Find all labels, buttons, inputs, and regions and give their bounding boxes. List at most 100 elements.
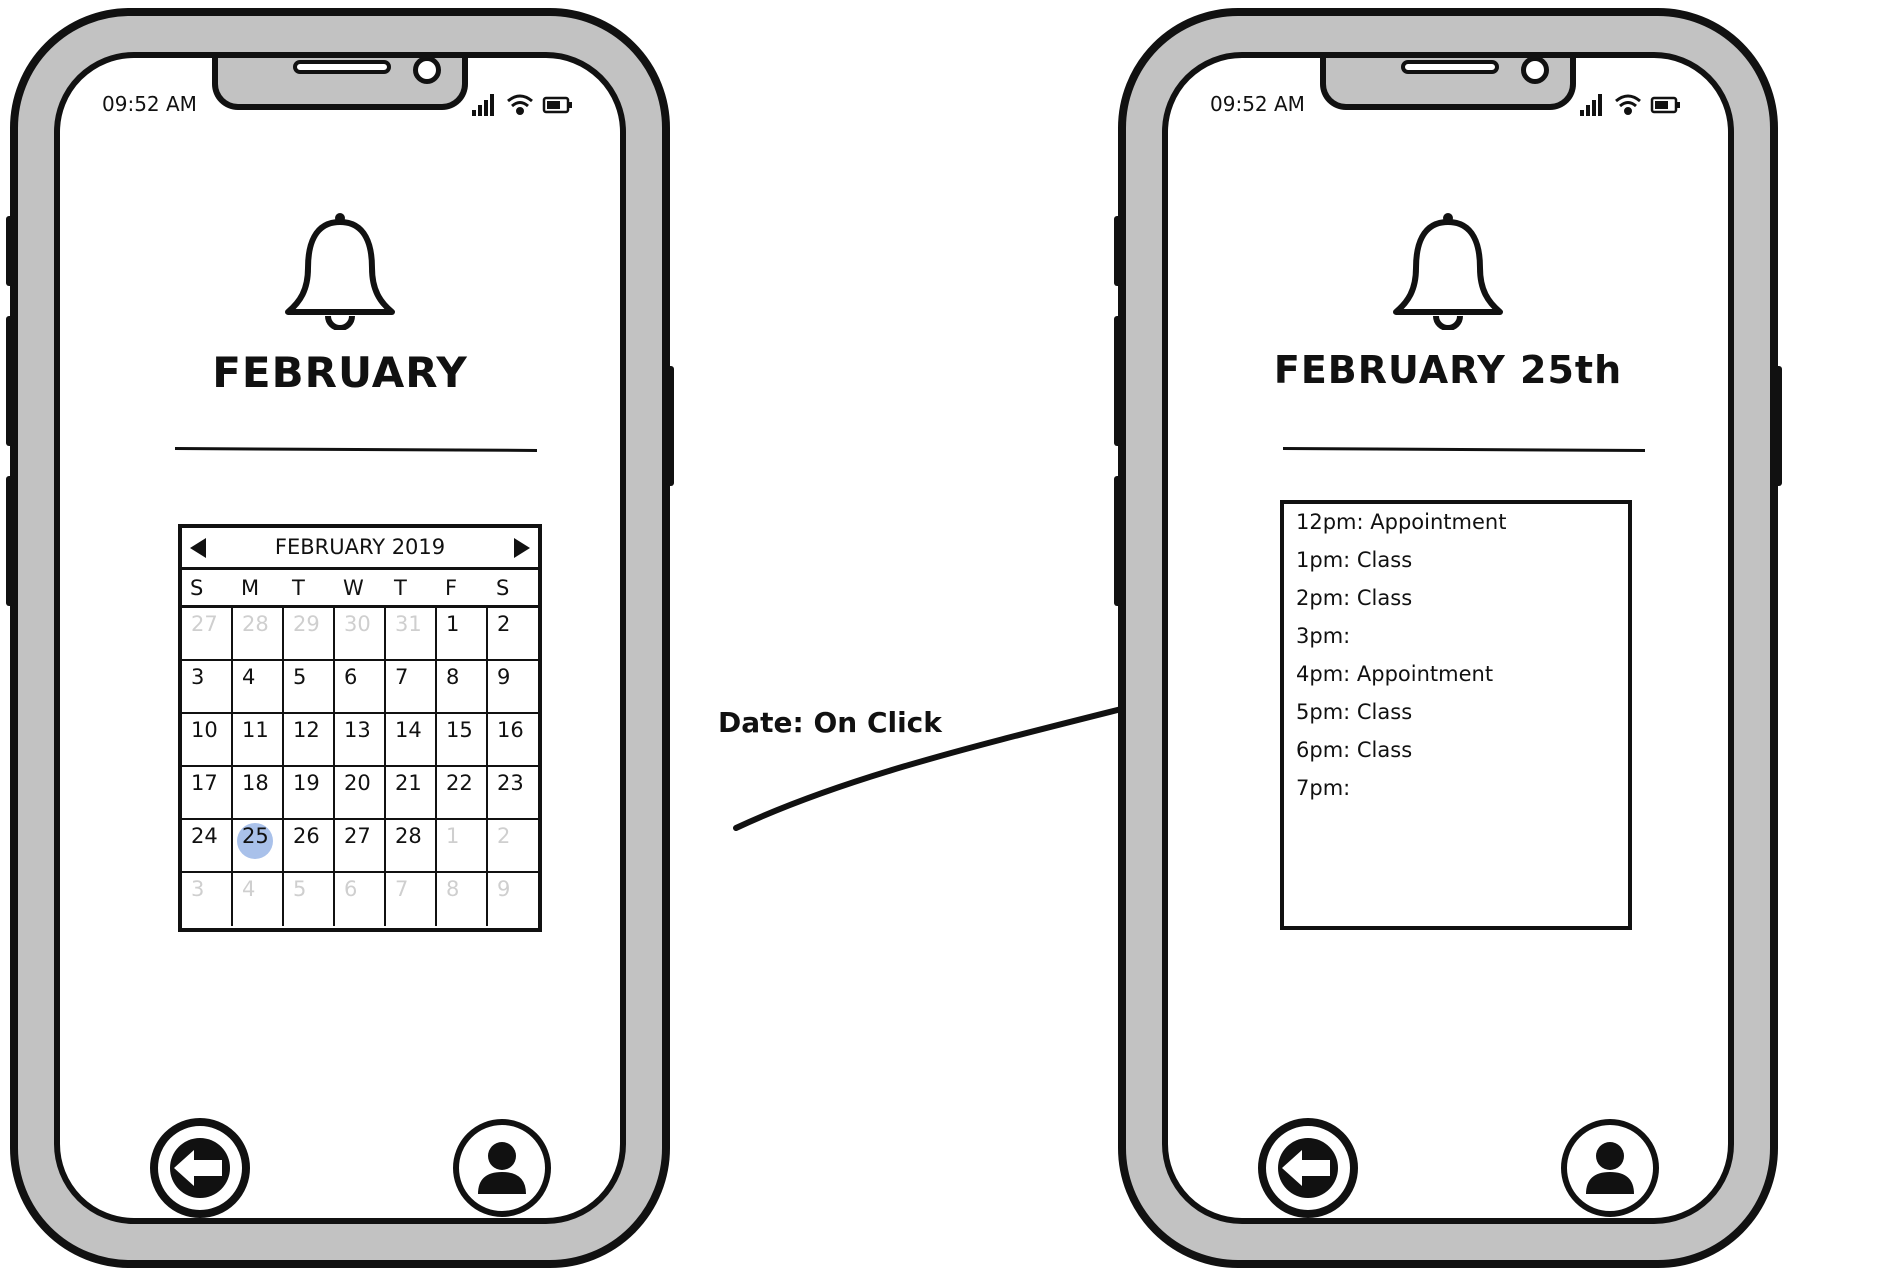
profile-button[interactable] bbox=[1558, 1116, 1662, 1220]
calendar-day[interactable]: 4 bbox=[233, 661, 284, 714]
calendar-day[interactable]: 16 bbox=[488, 714, 539, 767]
calendar-day[interactable]: 17 bbox=[182, 767, 233, 820]
back-button[interactable] bbox=[1256, 1116, 1360, 1220]
calendar-day[interactable]: 13 bbox=[335, 714, 386, 767]
calendar-month-label: FEBRUARY 2019 bbox=[274, 535, 446, 559]
calendar-day[interactable]: 9 bbox=[488, 661, 539, 714]
calendar-day-number: 19 bbox=[293, 771, 320, 795]
phone-left: 09:52 AM FEBRUARY FEBRUARY 2019 S M T W … bbox=[6, 8, 674, 1268]
calendar-day-number: 26 bbox=[293, 824, 320, 848]
status-time: 09:52 AM bbox=[102, 92, 197, 116]
calendar-day[interactable]: 18 bbox=[233, 767, 284, 820]
calendar-day[interactable]: 5 bbox=[284, 873, 335, 926]
power-button bbox=[1774, 366, 1782, 486]
calendar-day[interactable]: 12 bbox=[284, 714, 335, 767]
calendar-day[interactable]: 8 bbox=[437, 873, 488, 926]
calendar-day[interactable]: 11 bbox=[233, 714, 284, 767]
calendar-day[interactable]: 2 bbox=[488, 820, 539, 873]
calendar-day-number: 7 bbox=[395, 877, 409, 901]
status-icons bbox=[472, 94, 572, 116]
calendar-day-number: 22 bbox=[446, 771, 473, 795]
calendar-day[interactable]: 29 bbox=[284, 608, 335, 661]
calendar-day-number: 27 bbox=[191, 612, 218, 636]
weekday-label: S bbox=[190, 576, 204, 600]
schedule-item[interactable]: 4pm: Appointment bbox=[1296, 662, 1493, 686]
calendar-day[interactable]: 31 bbox=[386, 608, 437, 661]
calendar-day-number: 2 bbox=[497, 824, 511, 848]
schedule-item[interactable]: 5pm: Class bbox=[1296, 700, 1412, 724]
calendar-day[interactable]: 3 bbox=[182, 873, 233, 926]
calendar-day[interactable]: 30 bbox=[335, 608, 386, 661]
calendar-day[interactable]: 24 bbox=[182, 820, 233, 873]
calendar-day[interactable]: 5 bbox=[284, 661, 335, 714]
calendar-day-number: 28 bbox=[242, 612, 269, 636]
calendar-day-number: 24 bbox=[191, 824, 218, 848]
calendar-day[interactable]: 9 bbox=[488, 873, 539, 926]
calendar-day-number: 27 bbox=[344, 824, 371, 848]
calendar-day[interactable]: 28 bbox=[233, 608, 284, 661]
calendar-day[interactable]: 23 bbox=[488, 767, 539, 820]
schedule-item[interactable]: 2pm: Class bbox=[1296, 586, 1412, 610]
calendar-day[interactable]: 6 bbox=[335, 661, 386, 714]
profile-button[interactable] bbox=[450, 1116, 554, 1220]
next-month-icon[interactable] bbox=[514, 538, 530, 558]
calendar-day[interactable]: 27 bbox=[182, 608, 233, 661]
signal-icon bbox=[1580, 94, 1602, 116]
calendar-day-number: 21 bbox=[395, 771, 422, 795]
weekday-label: T bbox=[394, 576, 407, 600]
calendar-day-number: 9 bbox=[497, 665, 511, 689]
schedule-list: 12pm: Appointment 1pm: Class 2pm: Class 3pm… bbox=[1280, 500, 1632, 930]
status-time: 09:52 AM bbox=[1210, 92, 1305, 116]
calendar-day[interactable]: 22 bbox=[437, 767, 488, 820]
calendar-day-number: 6 bbox=[344, 877, 358, 901]
calendar-day-number: 13 bbox=[344, 718, 371, 742]
calendar-day[interactable]: 10 bbox=[182, 714, 233, 767]
calendar-day[interactable]: 4 bbox=[233, 873, 284, 926]
side-button bbox=[6, 476, 14, 606]
schedule-item[interactable]: 7pm: bbox=[1296, 776, 1350, 800]
calendar-day[interactable]: 3 bbox=[182, 661, 233, 714]
schedule-item[interactable]: 1pm: Class bbox=[1296, 548, 1412, 572]
calendar-day-number: 12 bbox=[293, 718, 320, 742]
calendar-day-number: 5 bbox=[293, 877, 307, 901]
calendar-day[interactable]: 28 bbox=[386, 820, 437, 873]
calendar-day[interactable]: 1 bbox=[437, 820, 488, 873]
battery-icon bbox=[542, 96, 572, 114]
back-button[interactable] bbox=[148, 1116, 252, 1220]
calendar-day-number: 7 bbox=[395, 665, 409, 689]
schedule-item[interactable]: 3pm: bbox=[1296, 624, 1350, 648]
weekday-label: S bbox=[496, 576, 510, 600]
calendar-day[interactable]: 26 bbox=[284, 820, 335, 873]
calendar-day-number: 30 bbox=[344, 612, 371, 636]
bell-icon bbox=[1393, 213, 1503, 330]
calendar-day[interactable]: 14 bbox=[386, 714, 437, 767]
calendar-header: FEBRUARY 2019 bbox=[182, 528, 538, 570]
calendar-day[interactable]: 21 bbox=[386, 767, 437, 820]
side-button bbox=[6, 316, 14, 446]
calendar-day[interactable]: 8 bbox=[437, 661, 488, 714]
calendar-day[interactable]: 20 bbox=[335, 767, 386, 820]
calendar-day[interactable]: 19 bbox=[284, 767, 335, 820]
calendar-grid: 27 28 29 30 31 1 2 3 4 5 6 7 8 9 10 11 12 13 14 15 16 17 18 19 2… bbox=[182, 608, 539, 928]
bell-icon bbox=[285, 213, 395, 330]
calendar-day[interactable]: 7 bbox=[386, 661, 437, 714]
screen: 09:52 AM FEBRUARY FEBRUARY 2019 S M T W … bbox=[54, 52, 626, 1224]
calendar-day-number: 23 bbox=[497, 771, 524, 795]
calendar-day[interactable]: 15 bbox=[437, 714, 488, 767]
calendar-day-selected[interactable]: 25 bbox=[233, 820, 284, 873]
schedule-item[interactable]: 12pm: Appointment bbox=[1296, 510, 1506, 534]
side-button bbox=[1114, 476, 1122, 606]
calendar-day[interactable]: 1 bbox=[437, 608, 488, 661]
weekday-row: SMTWTFS bbox=[182, 570, 538, 608]
calendar-day-number: 3 bbox=[191, 877, 205, 901]
calendar-day[interactable]: 6 bbox=[335, 873, 386, 926]
calendar-day[interactable]: 2 bbox=[488, 608, 539, 661]
weekday-label: F bbox=[445, 576, 458, 600]
calendar-day[interactable]: 27 bbox=[335, 820, 386, 873]
calendar-day[interactable]: 7 bbox=[386, 873, 437, 926]
schedule-item[interactable]: 6pm: Class bbox=[1296, 738, 1412, 762]
calendar-day-number: 14 bbox=[395, 718, 422, 742]
signal-icon bbox=[472, 94, 494, 116]
side-button bbox=[1114, 216, 1122, 286]
calendar-day-number: 25 bbox=[242, 824, 269, 848]
